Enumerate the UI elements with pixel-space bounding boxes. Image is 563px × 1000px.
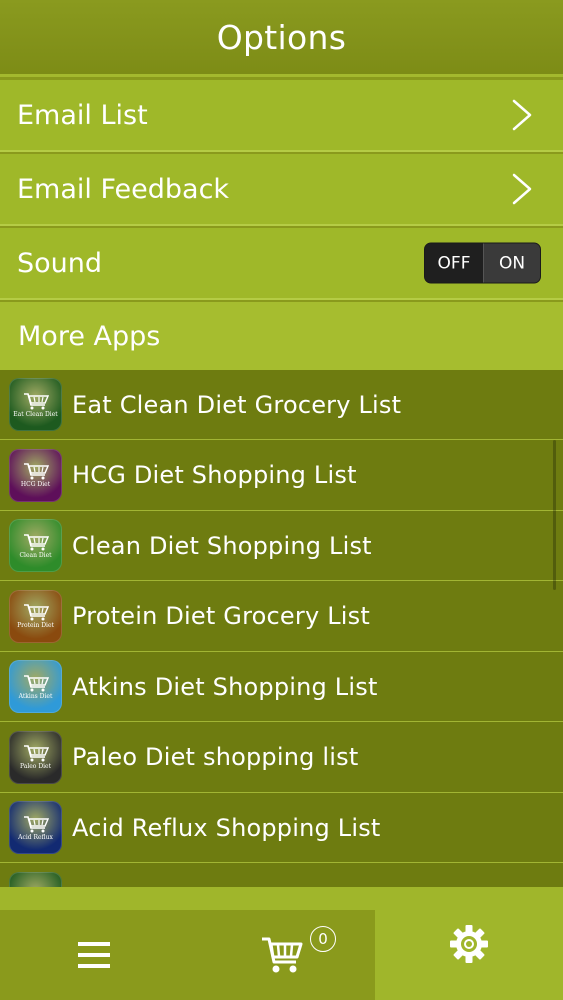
more-apps-header: More Apps bbox=[0, 302, 563, 370]
tab-settings[interactable] bbox=[375, 887, 563, 1000]
app-icon-caption: Protein Diet bbox=[17, 622, 54, 629]
gear-icon bbox=[450, 924, 488, 963]
app-cart-icon: Eat Clean Diet bbox=[9, 378, 62, 431]
app-cart-icon bbox=[9, 871, 62, 887]
chevron-right-icon bbox=[511, 98, 533, 132]
app-name: Paleo Diet shopping list bbox=[72, 743, 359, 771]
app-cart-icon: Clean Diet bbox=[9, 519, 62, 572]
app-list-item[interactable]: Protein Diet Protein Diet Grocery List bbox=[0, 582, 563, 652]
sound-toggle[interactable]: OFF ON bbox=[424, 242, 541, 284]
app-name: Acid Reflux Shopping List bbox=[72, 813, 381, 842]
app-name: Clean Diet Shopping List bbox=[72, 531, 372, 560]
app-list-item[interactable]: Atkins Diet Atkins Diet Shopping List bbox=[0, 652, 563, 722]
app-icon-caption: Atkins Diet bbox=[18, 692, 53, 700]
app-list-item[interactable] bbox=[0, 864, 563, 887]
email-list-row[interactable]: Email List bbox=[0, 80, 563, 152]
cart-icon bbox=[261, 937, 302, 973]
more-apps-title: More Apps bbox=[18, 320, 161, 352]
more-apps-list[interactable]: Eat Clean Diet Eat Clean Diet Grocery Lis… bbox=[0, 370, 563, 887]
tab-list[interactable] bbox=[0, 910, 188, 1000]
email-list-label: Email List bbox=[17, 99, 148, 131]
app-icon-caption: Eat Clean Diet bbox=[13, 410, 58, 418]
tab-bar: 0 bbox=[0, 887, 563, 1000]
app-list-item[interactable]: Acid Reflux Acid Reflux Shopping List bbox=[0, 793, 563, 863]
app-name: Eat Clean Diet Grocery List bbox=[72, 390, 402, 419]
app-icon-caption: HCG Diet bbox=[20, 481, 51, 488]
app-cart-icon: Atkins Diet bbox=[9, 660, 62, 713]
options-screen: Options Email List Email Feedback Sound … bbox=[0, 0, 563, 1000]
app-name: Protein Diet Grocery List bbox=[72, 602, 370, 630]
app-list-item[interactable]: Clean Diet Clean Diet Shopping List bbox=[0, 511, 563, 581]
app-cart-icon: Acid Reflux bbox=[9, 801, 62, 854]
sound-row: Sound OFF ON bbox=[0, 228, 563, 300]
hamburger-icon bbox=[78, 942, 110, 968]
navigation-bar: Options bbox=[0, 0, 563, 77]
email-feedback-label: Email Feedback bbox=[17, 173, 230, 205]
sound-toggle-on[interactable]: ON bbox=[483, 243, 540, 283]
app-name: HCG Diet Shopping List bbox=[72, 461, 357, 489]
chevron-right-icon bbox=[511, 172, 533, 206]
app-list-item[interactable]: Eat Clean Diet Eat Clean Diet Grocery Lis… bbox=[0, 370, 563, 440]
app-icon-caption: Clean Diet bbox=[19, 551, 52, 559]
app-icon-caption: Acid Reflux bbox=[18, 833, 53, 841]
sound-toggle-off[interactable]: OFF bbox=[425, 243, 483, 283]
app-list-item[interactable]: Paleo Diet Paleo Diet shopping list bbox=[0, 723, 563, 793]
page-title: Options bbox=[216, 17, 347, 57]
email-feedback-row[interactable]: Email Feedback bbox=[0, 154, 563, 226]
tab-cart[interactable]: 0 bbox=[188, 910, 375, 1000]
app-cart-icon: Paleo Diet bbox=[9, 730, 62, 784]
app-cart-icon: Protein Diet bbox=[9, 589, 62, 643]
app-icon-caption: Paleo Diet bbox=[19, 763, 52, 770]
scroll-indicator[interactable] bbox=[553, 440, 556, 590]
sound-label: Sound bbox=[17, 247, 103, 279]
app-name: Atkins Diet Shopping List bbox=[72, 672, 378, 701]
cart-count-badge: 0 bbox=[310, 926, 336, 952]
app-list-item[interactable]: HCG Diet HCG Diet Shopping List bbox=[0, 441, 563, 511]
app-cart-icon: HCG Diet bbox=[9, 448, 62, 502]
